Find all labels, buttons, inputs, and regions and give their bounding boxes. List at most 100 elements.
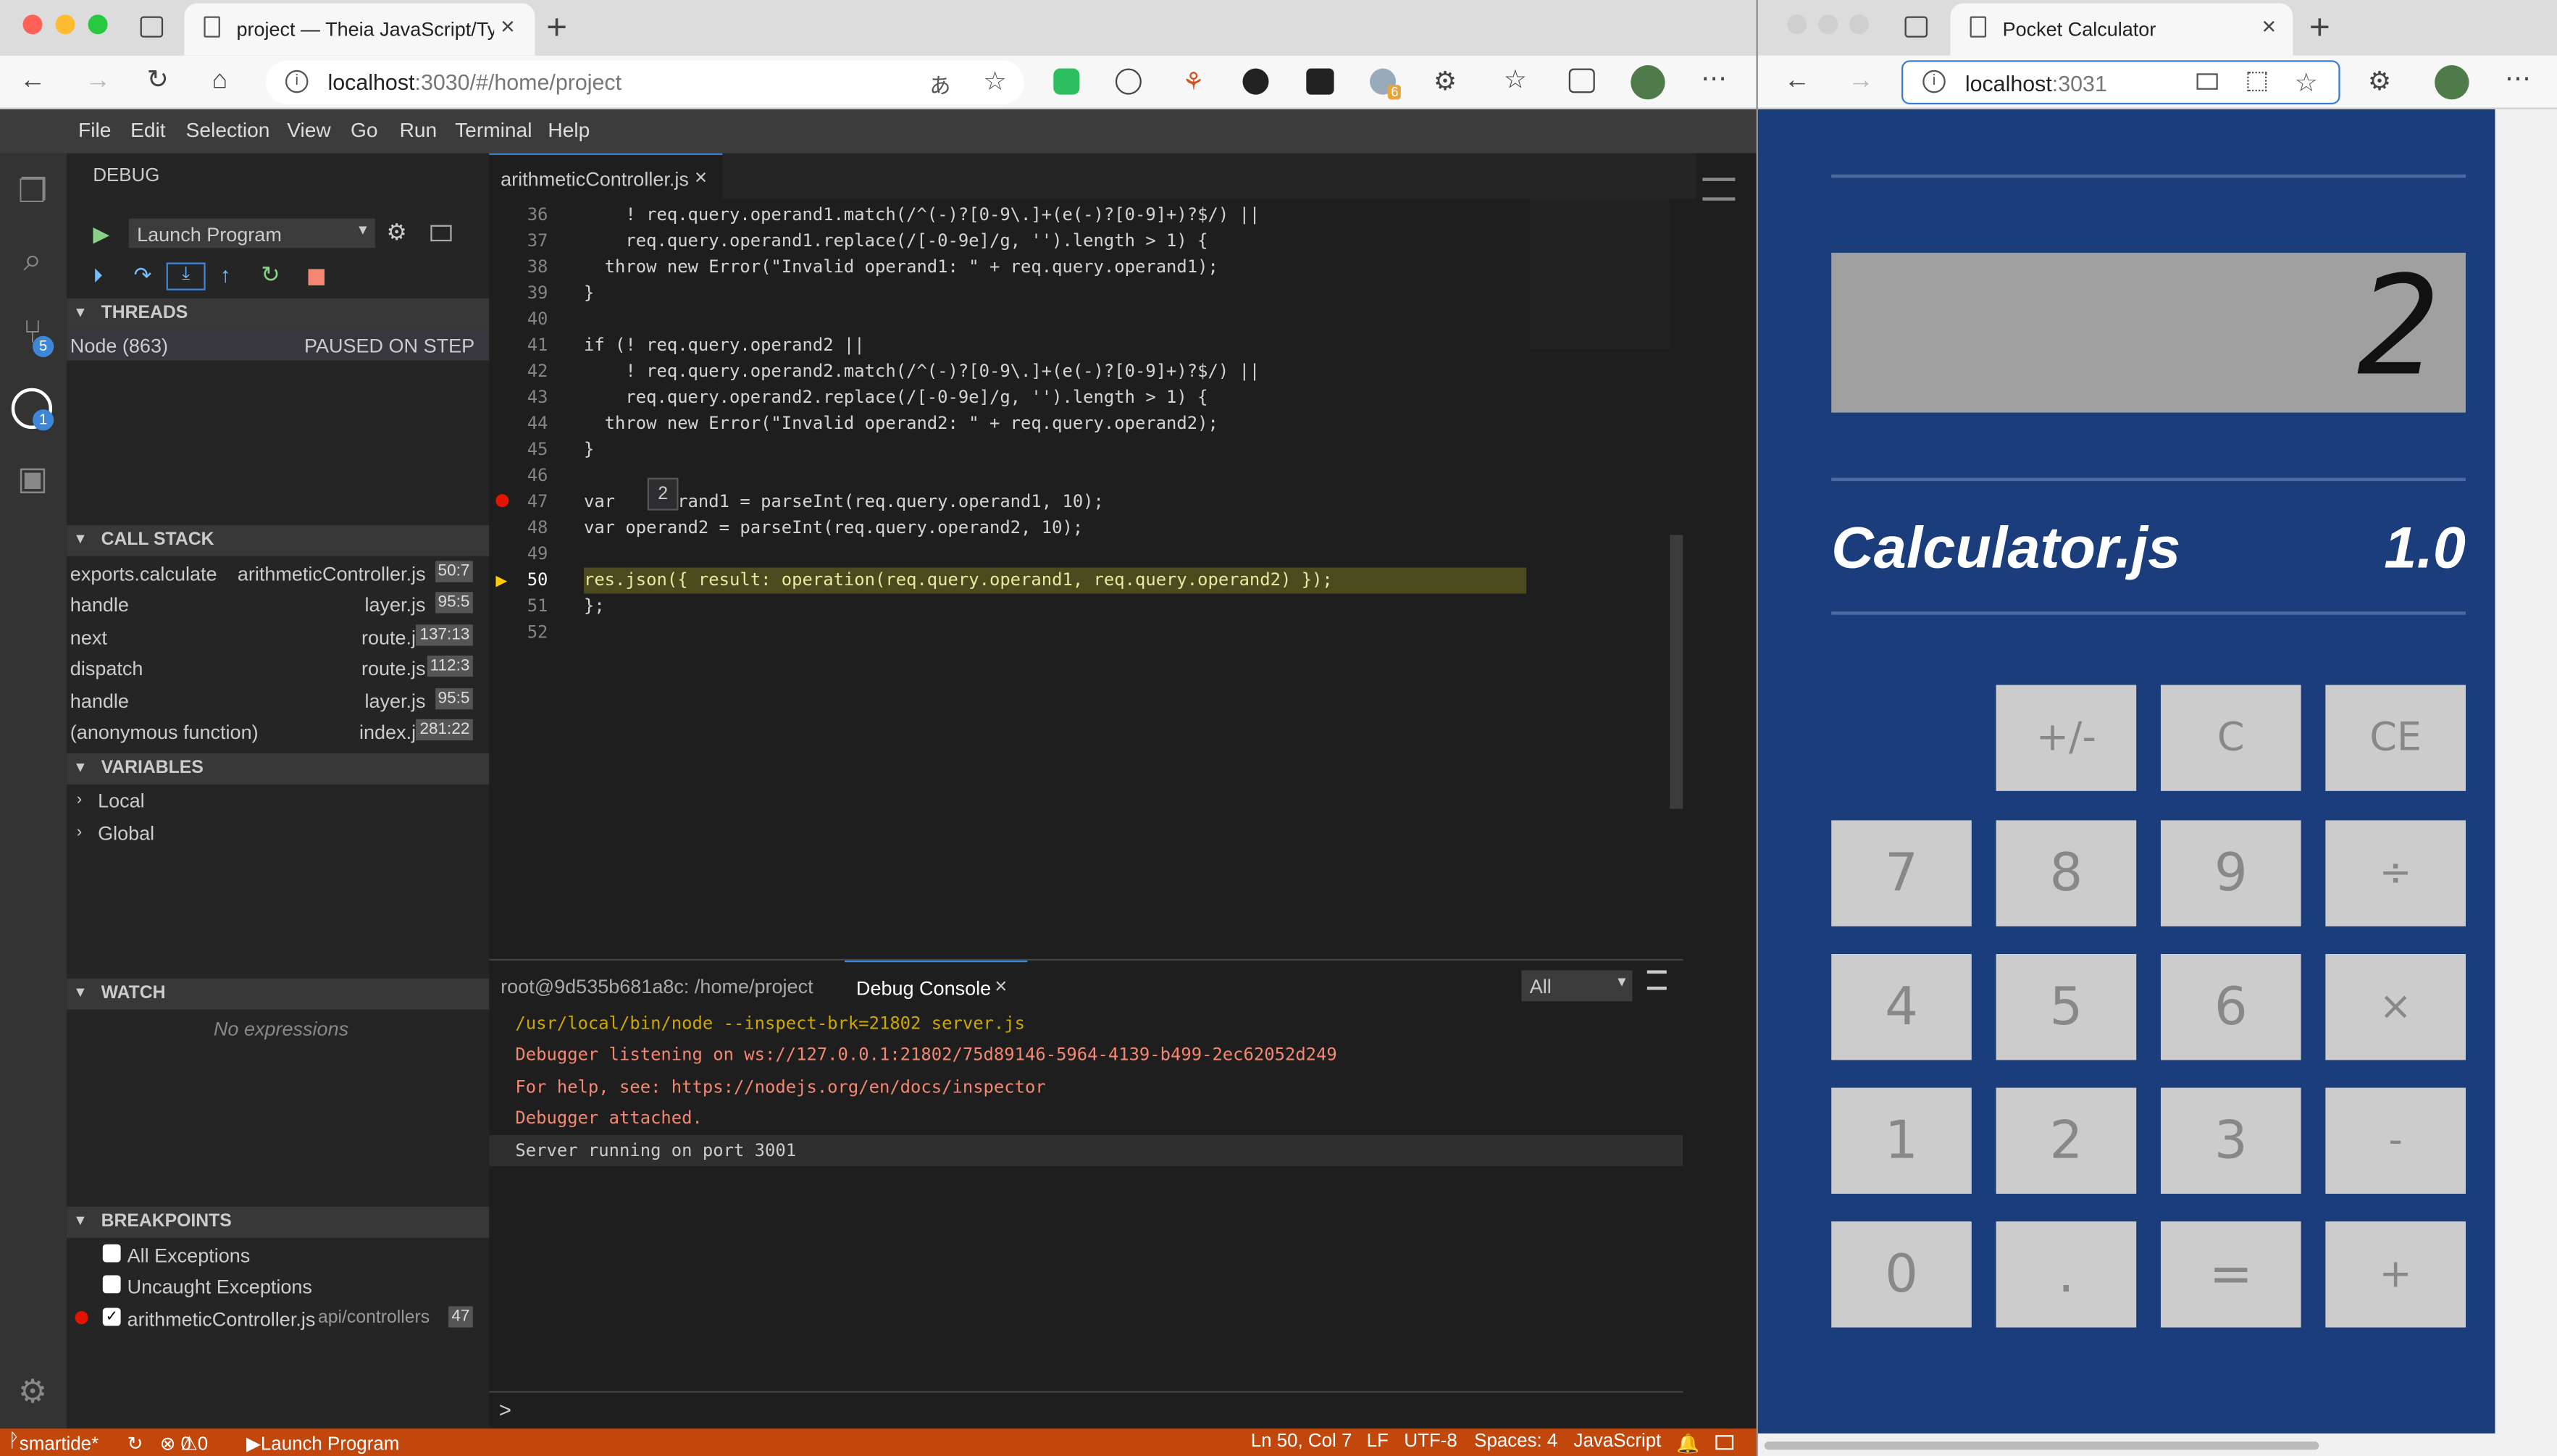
sync-icon[interactable]: ↻ (127, 1432, 143, 1455)
calc-key[interactable]: 1 (1831, 1087, 1972, 1194)
minimize-window-button[interactable] (1818, 14, 1838, 35)
calc-key[interactable]: 6 (2160, 954, 2301, 1060)
maximize-window-button[interactable] (1849, 14, 1869, 35)
branch-status[interactable]: ᚹ smartide* (8, 1432, 99, 1455)
editor-tab[interactable]: arithmeticController.js × (489, 153, 723, 199)
calc-key[interactable]: C (2160, 685, 2301, 791)
close-window-button[interactable] (22, 14, 43, 35)
calc-key[interactable]: = (2160, 1221, 2301, 1328)
editor-outline-icon[interactable] (1702, 177, 1736, 201)
menu-file[interactable]: File (78, 119, 111, 142)
bp-all-exceptions[interactable]: All Exceptions (70, 1239, 486, 1271)
code-line[interactable]: throw new Error("Invalid operand1: " + r… (584, 258, 1218, 277)
favorites-icon[interactable]: ☆ (1504, 64, 1527, 96)
close-tab-icon[interactable]: × (2262, 13, 2277, 41)
app-available-icon[interactable] (2196, 73, 2218, 90)
address-bar[interactable]: i localhost:3030/#/home/project あ ☆ (265, 60, 1024, 105)
extension-icon-1[interactable] (1115, 68, 1142, 95)
minimap[interactable] (1529, 198, 1670, 349)
close-tab-icon[interactable]: × (995, 974, 1007, 998)
code-line[interactable]: ! req.query.operand2.match(/^(-)?[0-9\.]… (584, 362, 1260, 382)
calc-key[interactable]: ÷ (2325, 820, 2466, 926)
step-out-icon[interactable]: ↑ (220, 262, 231, 287)
menu-edit[interactable]: Edit (130, 119, 166, 142)
notifications-icon[interactable]: 🔔 (1676, 1432, 1699, 1455)
problems-status[interactable]: ⊗ 0 ⚠ 0 (160, 1432, 209, 1455)
code-line[interactable]: } (584, 440, 594, 460)
breakpoints-header[interactable]: ▾ BREAKPOINTS (67, 1206, 490, 1238)
close-tab-icon[interactable]: × (501, 13, 515, 41)
scope-local[interactable]: › Local (70, 785, 486, 816)
info-icon[interactable]: i (285, 70, 309, 93)
continue-icon[interactable]: ⏵ (93, 264, 103, 289)
home-icon[interactable]: ⌂ (212, 67, 228, 96)
clear-console-icon[interactable] (1646, 970, 1667, 990)
checkbox[interactable] (102, 1244, 121, 1263)
tab-actions-icon[interactable] (1904, 16, 1928, 38)
menu-selection[interactable]: Selection (186, 119, 270, 142)
callstack-header[interactable]: ▾ CALL STACK (67, 524, 490, 556)
variables-header[interactable]: ▾ VARIABLES (67, 753, 490, 785)
start-debugging-icon[interactable]: ▶ (93, 222, 109, 248)
stack-frame[interactable]: handle layer.js 95:5 (70, 589, 486, 620)
reload-icon[interactable]: ↻ (147, 67, 169, 96)
collections-icon[interactable] (1568, 68, 1595, 93)
calc-key[interactable]: 5 (1996, 954, 2137, 1060)
explorer-icon[interactable]: ❐ (13, 173, 52, 212)
launch-status[interactable]: ▶ Launch Program (246, 1432, 399, 1455)
apps-icon[interactable] (2247, 72, 2267, 92)
favorite-add-icon[interactable]: ☆ (2295, 67, 2318, 99)
settings-gear-icon[interactable]: ⚙ (13, 1373, 52, 1413)
profile-avatar[interactable] (1631, 65, 1665, 100)
editor-scrollbar[interactable] (1670, 535, 1683, 809)
calc-key[interactable]: 4 (1831, 954, 1972, 1060)
stack-frame[interactable]: next route.js 137:13 (70, 622, 486, 653)
code-line[interactable]: if (! req.query.operand2 || (584, 336, 865, 356)
more-menu-icon[interactable]: ⋯ (2505, 62, 2531, 95)
stack-frame[interactable]: (anonymous function) index.js 281:22 (70, 716, 486, 747)
debug-console-icon[interactable] (430, 225, 452, 242)
forward-icon[interactable]: → (85, 67, 111, 96)
stack-frame[interactable]: exports.calculate arithmeticController.js… (70, 558, 486, 589)
extensions-view-icon[interactable]: ▣ (13, 460, 52, 499)
menu-go[interactable]: Go (351, 119, 378, 142)
extension-icon-2[interactable]: ⚘ (1182, 67, 1204, 96)
code-line[interactable]: res.json({ result: operation(req.query.o… (584, 571, 1333, 590)
eol-status[interactable]: LF (1367, 1432, 1389, 1452)
profile-avatar[interactable] (2435, 65, 2469, 100)
back-icon[interactable]: ← (20, 67, 46, 96)
restart-icon[interactable]: ↻ (261, 261, 280, 288)
calc-key[interactable]: CE (2325, 685, 2466, 791)
calc-key[interactable]: 9 (2160, 820, 2301, 926)
code-line[interactable]: req.query.operand1.replace(/[-0-9e]/g, '… (584, 232, 1208, 251)
code-line[interactable]: }; (584, 597, 605, 616)
bp-uncaught-exceptions[interactable]: Uncaught Exceptions (70, 1271, 486, 1302)
bp-file-row[interactable]: ✓ arithmeticController.js api/controller… (70, 1303, 486, 1334)
address-bar[interactable]: i localhost:3031 ☆ (1901, 60, 2340, 105)
calc-key[interactable]: 2 (1996, 1087, 2137, 1194)
indent-status[interactable]: Spaces: 4 (1474, 1432, 1557, 1452)
stack-frame[interactable]: handle layer.js 95:5 (70, 685, 486, 716)
cursor-position[interactable]: Ln 50, Col 7 (1251, 1432, 1352, 1452)
extension-icon-4[interactable] (1306, 68, 1334, 95)
new-tab-button[interactable]: + (546, 7, 567, 49)
menu-run[interactable]: Run (400, 119, 438, 142)
launch-config-select[interactable]: Launch Program ▾ (128, 218, 375, 248)
calc-key[interactable]: + (2325, 1221, 2466, 1328)
new-tab-button[interactable]: + (2309, 7, 2330, 49)
checkbox-checked[interactable]: ✓ (102, 1308, 121, 1326)
code-line[interactable]: } (584, 284, 594, 304)
threads-header[interactable]: ▾ THREADS (67, 298, 490, 330)
thread-row[interactable]: Node (863) PAUSED ON STEP (67, 329, 490, 361)
watch-header[interactable]: ▾ WATCH (67, 978, 490, 1010)
debug-console-tab[interactable]: Debug Console × (845, 961, 1028, 1010)
calc-key[interactable]: 3 (2160, 1087, 2301, 1194)
maximize-window-button[interactable] (88, 14, 108, 35)
calc-key[interactable]: 0 (1831, 1221, 1972, 1328)
read-aloud-icon[interactable]: あ (929, 69, 950, 100)
search-icon[interactable]: ⌕ (13, 241, 52, 280)
calc-key[interactable]: - (2325, 1087, 2466, 1194)
forward-icon[interactable]: → (1848, 67, 1874, 96)
right-scrollbar[interactable] (2495, 109, 2557, 1434)
tab-pocket-calculator[interactable]: Pocket Calculator × (1950, 3, 2293, 56)
